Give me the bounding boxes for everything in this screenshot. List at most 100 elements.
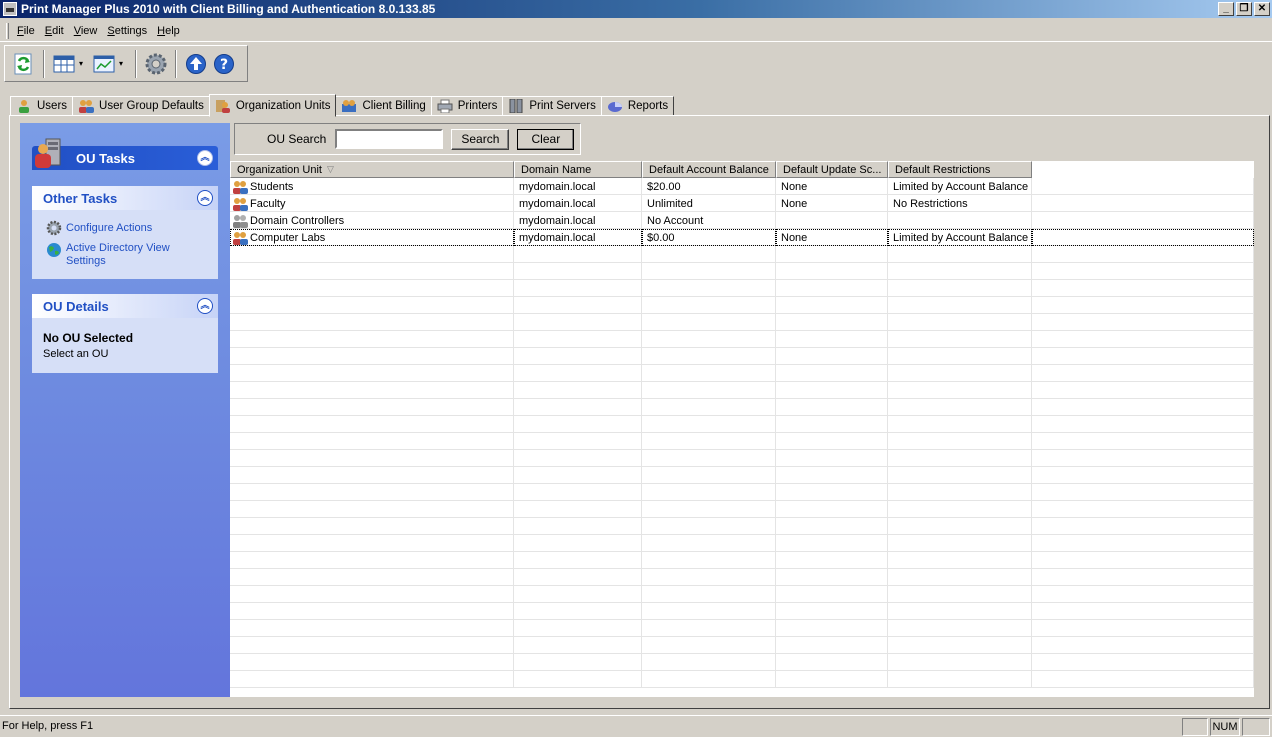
table-cell-ou: Domain Controllers: [230, 212, 514, 229]
menu-view[interactable]: View: [69, 23, 103, 39]
refresh-button[interactable]: [11, 51, 37, 77]
empty-cell: [230, 552, 514, 569]
columns-dropdown[interactable]: ▾: [79, 59, 83, 68]
empty-cell: [1032, 399, 1254, 416]
table-row[interactable]: Domain Controllers mydomain.local No Accou…: [230, 212, 1254, 229]
ou-details-header[interactable]: OU Details ︽: [32, 294, 218, 318]
empty-cell: [776, 535, 888, 552]
minimize-button[interactable]: _: [1218, 2, 1234, 16]
empty-cell: [1032, 280, 1254, 297]
table-cell-update: None: [776, 178, 888, 195]
column-header-organization-unit[interactable]: Organization Unit ▽: [230, 161, 514, 178]
tab-print-servers[interactable]: Print Servers: [502, 96, 602, 116]
tab-printers[interactable]: Printers: [430, 96, 504, 116]
table-row[interactable]: Faculty mydomain.local Unlimited None No Res…: [230, 195, 1254, 212]
column-header-default-restrictions[interactable]: Default Restrictions: [888, 161, 1032, 178]
menu-edit[interactable]: Edit: [40, 23, 69, 39]
empty-cell: [888, 314, 1032, 331]
column-header-domain-name[interactable]: Domain Name: [514, 161, 642, 178]
empty-cell: [642, 331, 776, 348]
clear-button[interactable]: Clear: [517, 128, 575, 150]
empty-cell: [230, 535, 514, 552]
toolbar-separator: [43, 49, 45, 78]
empty-cell: [514, 280, 642, 297]
configure-actions-link[interactable]: Configure Actions: [32, 220, 218, 236]
empty-row: [230, 314, 1254, 331]
grid-body: Students mydomain.local $20.00 None Limited …: [230, 178, 1254, 688]
settings-button[interactable]: [143, 51, 169, 77]
empty-cell: [230, 331, 514, 348]
empty-cell: [642, 654, 776, 671]
empty-cell: [776, 569, 888, 586]
upgrade-button[interactable]: [183, 51, 209, 77]
menu-file[interactable]: File: [12, 23, 40, 39]
cell-text: Unlimited: [647, 197, 693, 210]
ou-search-input[interactable]: [335, 129, 444, 149]
reports-icon: [607, 102, 622, 112]
empty-cell: [230, 671, 514, 688]
cell-text: Limited by Account Balance: [893, 231, 1029, 244]
cell-text: None: [781, 197, 808, 210]
columns-button[interactable]: [51, 51, 77, 77]
tab-users[interactable]: Users: [10, 96, 74, 116]
empty-cell: [776, 280, 888, 297]
empty-cell: [776, 433, 888, 450]
table-cell-domain: mydomain.local: [514, 178, 642, 195]
empty-cell: [888, 552, 1032, 569]
empty-row: [230, 280, 1254, 297]
help-button[interactable]: ?: [211, 51, 237, 77]
menu-settings[interactable]: Settings: [102, 23, 152, 39]
empty-cell: [514, 382, 642, 399]
menu-help[interactable]: Help: [152, 23, 185, 39]
active-directory-view-settings-link[interactable]: Active Directory View Settings: [32, 242, 182, 268]
empty-cell: [514, 484, 642, 501]
empty-cell: [230, 501, 514, 518]
ou-details-text: Select an OU: [43, 348, 109, 360]
column-header-default-account-balance[interactable]: Default Account Balance: [642, 161, 776, 178]
ou-search-label: OU Search: [267, 132, 327, 146]
export-dropdown[interactable]: ▾: [119, 59, 123, 68]
empty-cell: [514, 314, 642, 331]
table-row[interactable]: Students mydomain.local $20.00 None Limited …: [230, 178, 1254, 195]
empty-row: [230, 297, 1254, 314]
empty-cell: [642, 586, 776, 603]
close-button[interactable]: ✕: [1254, 2, 1270, 16]
export-button[interactable]: [91, 51, 117, 77]
tab-reports[interactable]: Reports: [600, 96, 675, 116]
other-tasks-collapse-button[interactable]: ︽: [197, 190, 213, 206]
tab-organization-units[interactable]: Organization Units: [208, 94, 337, 117]
empty-cell: [1032, 637, 1254, 654]
empty-cell: [1032, 501, 1254, 518]
empty-row: [230, 382, 1254, 399]
empty-cell: [1032, 314, 1254, 331]
status-text: For Help, press F1: [2, 720, 94, 732]
empty-cell: [514, 365, 642, 382]
empty-cell: [776, 365, 888, 382]
empty-cell: [514, 467, 642, 484]
empty-cell: [230, 280, 514, 297]
empty-cell: [888, 331, 1032, 348]
empty-cell: [1032, 603, 1254, 620]
empty-cell: [642, 637, 776, 654]
restore-button[interactable]: ❐: [1236, 2, 1252, 16]
empty-row: [230, 348, 1254, 365]
tab-client-billing[interactable]: Client Billing: [335, 96, 432, 116]
tab-label: Printers: [457, 100, 498, 112]
tab-user-group-defaults[interactable]: User Group Defaults: [72, 96, 210, 116]
empty-cell: [888, 603, 1032, 620]
table-row[interactable]: Computer Labs mydomain.local $0.00 None Limi…: [230, 229, 1254, 246]
column-header-default-update-schedule[interactable]: Default Update Sc...: [776, 161, 888, 178]
other-tasks-header[interactable]: Other Tasks ︽: [32, 186, 218, 210]
empty-cell: [1032, 654, 1254, 671]
ou-tasks-collapse-button[interactable]: ︽: [197, 150, 213, 166]
tab-label: Organization Units: [235, 99, 331, 112]
table-cell-ou: Students: [230, 178, 514, 195]
columns-icon: [53, 55, 75, 72]
search-button[interactable]: Search: [451, 128, 510, 150]
table-cell-restrictions: Limited by Account Balance: [888, 178, 1032, 195]
ou-group-icon: [233, 197, 248, 211]
printer-app-icon[interactable]: [3, 2, 17, 16]
globe-icon: [47, 243, 61, 257]
ou-details-collapse-button[interactable]: ︽: [197, 298, 213, 314]
table-cell-filler: [1032, 229, 1254, 246]
